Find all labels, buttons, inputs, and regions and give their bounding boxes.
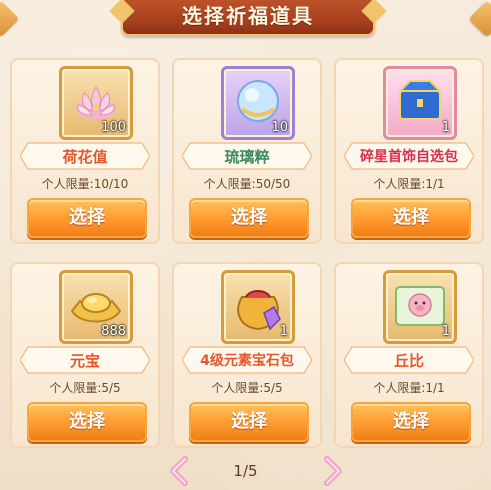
name-plate: 琉璃粹 <box>182 141 312 171</box>
personal-limit: 个人限量:1/1 <box>373 177 445 191</box>
gold-ingot-icon: 888 <box>59 270 133 344</box>
item-card-lotus: 100 荷花值 个人限量:10/10 选择 <box>10 58 160 244</box>
item-quantity: 888 <box>101 324 126 339</box>
item-name: 琉璃粹 <box>224 148 270 166</box>
personal-limit: 个人限量:50/50 <box>203 177 291 191</box>
select-button[interactable]: 选择 <box>351 198 471 238</box>
item-name: 碎星首饰自选包 <box>360 149 458 165</box>
select-button[interactable]: 选择 <box>351 402 471 442</box>
pig-scroll-icon: 1 <box>383 270 457 344</box>
lotus-icon: 100 <box>59 66 133 140</box>
personal-limit: 个人限量:1/1 <box>373 381 445 395</box>
crystal-orb-icon: 10 <box>221 66 295 140</box>
item-quantity: 1 <box>441 120 450 135</box>
item-name: 4级元素宝石包 <box>200 353 294 369</box>
item-name: 荷花值 <box>62 148 108 166</box>
next-page-arrow-icon[interactable] <box>321 456 345 486</box>
select-button[interactable]: 选择 <box>189 402 309 442</box>
select-button[interactable]: 选择 <box>189 198 309 238</box>
name-plate: 荷花值 <box>20 141 150 171</box>
name-plate: 丘比 <box>344 345 474 375</box>
pagination: 1/5 <box>0 456 491 486</box>
item-name: 丘比 <box>393 352 424 370</box>
item-card-pig-scroll: 1 丘比 个人限量:1/1 选择 <box>334 262 484 448</box>
name-plate: 碎星首饰自选包 <box>344 141 474 171</box>
item-card-jewel-box: 1 碎星首饰自选包 个人限量:1/1 选择 <box>334 58 484 244</box>
item-quantity: 1 <box>441 324 450 339</box>
gem-bag-icon: 1 <box>221 270 295 344</box>
item-name: 元宝 <box>69 352 100 370</box>
page-indicator: 1/5 <box>233 462 258 480</box>
name-plate: 元宝 <box>20 345 150 375</box>
item-quantity: 10 <box>271 120 288 135</box>
name-plate: 4级元素宝石包 <box>182 345 312 375</box>
item-card-gem-bag: 1 4级元素宝石包 个人限量:5/5 选择 <box>172 262 322 448</box>
personal-limit: 个人限量:5/5 <box>49 381 121 395</box>
item-quantity: 100 <box>101 120 126 135</box>
personal-limit: 个人限量:5/5 <box>211 381 283 395</box>
title-banner: 选择祈福道具 <box>121 0 375 36</box>
personal-limit: 个人限量:10/10 <box>41 177 129 191</box>
select-button[interactable]: 选择 <box>27 402 147 442</box>
item-quantity: 1 <box>279 324 288 339</box>
page-title: 选择祈福道具 <box>182 4 314 28</box>
jewel-box-icon: 1 <box>383 66 457 140</box>
item-card-crystal: 10 琉璃粹 个人限量:50/50 选择 <box>172 58 322 244</box>
select-button[interactable]: 选择 <box>27 198 147 238</box>
item-card-ingot: 888 元宝 个人限量:5/5 选择 <box>10 262 160 448</box>
